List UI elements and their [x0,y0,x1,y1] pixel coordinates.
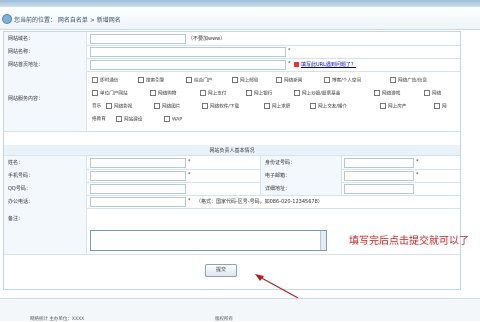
row-site-name: 网站名称： * [4,45,460,59]
domain-input[interactable] [90,34,186,44]
service-checkbox[interactable]: 网络新闻 [276,77,302,84]
top-banner [0,0,480,7]
address-label: 详细地址： [265,186,291,192]
service-checkbox[interactable]: 网络广告/信息 [390,77,427,84]
row-services: 网站服务内容： 即时通信 搜索引擎 综合门户 网上邮局 网络新闻 博客/个人空间… [4,71,460,132]
service-checkbox[interactable]: 即时通信 [92,77,118,84]
service-checkbox-cont: 络教育 [92,117,106,122]
home-icon[interactable] [2,14,12,24]
address-input[interactable] [344,184,414,194]
submit-button[interactable]: 提交 [205,264,237,277]
name-required: * [188,159,191,165]
homepage-label: 网站首页地址： [8,62,44,68]
service-checkbox[interactable]: 网上房产 [380,103,406,110]
service-checkbox[interactable]: 网络 [424,90,441,97]
service-checkbox[interactable]: 网上求职 [264,103,290,110]
service-checkbox[interactable]: 网上交友/婚介 [310,103,347,110]
row-domain: 网站域名： （不要加www） [4,32,460,46]
phone-label: 办公电话： [8,199,34,205]
service-checkbox[interactable]: 网上邮局 [232,77,258,84]
id-input[interactable] [344,158,414,168]
qq-label: QQ号码： [8,186,31,192]
service-checkbox[interactable]: 搜索引擎 [138,77,164,84]
service-checkbox[interactable]: 网 [434,103,447,110]
textarea-scrollbar[interactable] [320,231,326,250]
service-checkbox[interactable]: WAP [164,116,182,123]
row-homepage: 网站首页地址： * 填写此URL遇到问题了？ [4,58,460,72]
qq-input[interactable] [90,184,186,194]
remark-textarea[interactable] [90,230,327,251]
help-icon [294,62,299,67]
breadcrumb: 您当前的位置： 网名自名单 > 新增网名 [0,7,480,30]
service-checkbox[interactable]: 网络影视 [106,103,132,110]
service-checkbox[interactable]: 博客/个人空间 [324,77,361,84]
id-label: 身份证号码： [265,160,296,166]
service-checkbox[interactable]: 网上支付 [200,90,226,97]
row-qq-address: QQ号码： 详细地址： [4,182,460,196]
services-label: 网站服务内容： [8,96,44,102]
service-checkbox[interactable]: 网上银行 [246,90,272,97]
email-required: * [416,172,419,178]
domain-note: （不要加www） [188,36,226,42]
site-name-input[interactable] [90,47,286,57]
row-mobile-email: 手机号码： * 电子邮箱： * [4,169,460,183]
service-checkbox[interactable]: 网络软件/下载 [202,103,239,110]
footer: 网络统计 主办单位：XXXX 版权所有 [0,298,480,322]
name-label: 姓名： [8,160,24,166]
section-title-text: 网站负责人基本情况 [209,148,255,154]
arrow-head [255,274,264,281]
phone-format-note: （格式：国家代码-区号-号码，如086-020-12345678） [196,199,323,205]
form-panel: 网站域名： （不要加www） 网站名称： * 网站首页地址： * 填写此URL遇… [3,31,461,290]
service-checkbox[interactable]: 单位门户网站 [92,90,128,97]
mobile-input[interactable] [90,171,186,181]
remark-label: 备注： [8,216,24,222]
row-remark: 备注： [4,208,460,255]
breadcrumb-text: 您当前的位置： 网名自名单 > 新增网名 [14,17,121,24]
email-input[interactable] [344,171,414,181]
name-input[interactable] [90,158,186,168]
arrow-line [257,275,299,299]
footer-right-text: 版权所有 [215,317,233,322]
service-checkbox[interactable]: 网络图片 [154,103,180,110]
mobile-required: * [188,172,191,178]
service-checkbox[interactable]: 网络游戏 [374,90,400,97]
domain-label: 网站域名： [8,36,34,42]
site-name-required: * [288,48,291,54]
service-checkbox-cont: 音乐 [92,104,102,109]
id-required: * [416,159,419,165]
section-title: 网站负责人基本情况 [4,145,460,156]
email-label: 电子邮箱： [265,173,291,179]
phone-required: * [188,198,191,204]
service-checkbox[interactable]: 网站建设 [116,116,142,123]
homepage-required: * [288,61,291,67]
mobile-label: 手机号码： [8,173,34,179]
service-checkbox[interactable]: 网上炒股/股票基金 [294,90,340,97]
footer-left-text: 网络统计 主办单位：XXXX [30,317,85,322]
instruction-annotation: 填写完后点击提交就可以了 [349,236,469,247]
service-checkbox[interactable]: 综合门户 [186,77,212,84]
url-help-link[interactable]: 填写此URL遇到问题了？ [301,61,356,68]
service-checkbox[interactable]: 网络购物 [150,90,176,97]
row-name-id: 姓名： * 身份证号码： * [4,156,460,170]
homepage-input[interactable] [90,60,286,70]
site-name-label: 网站名称： [8,49,34,55]
row-phone: 办公电话： * （格式：国家代码-区号-号码，如086-020-12345678… [4,195,460,209]
pointer-arrow [255,274,299,299]
phone-input[interactable] [90,197,186,207]
